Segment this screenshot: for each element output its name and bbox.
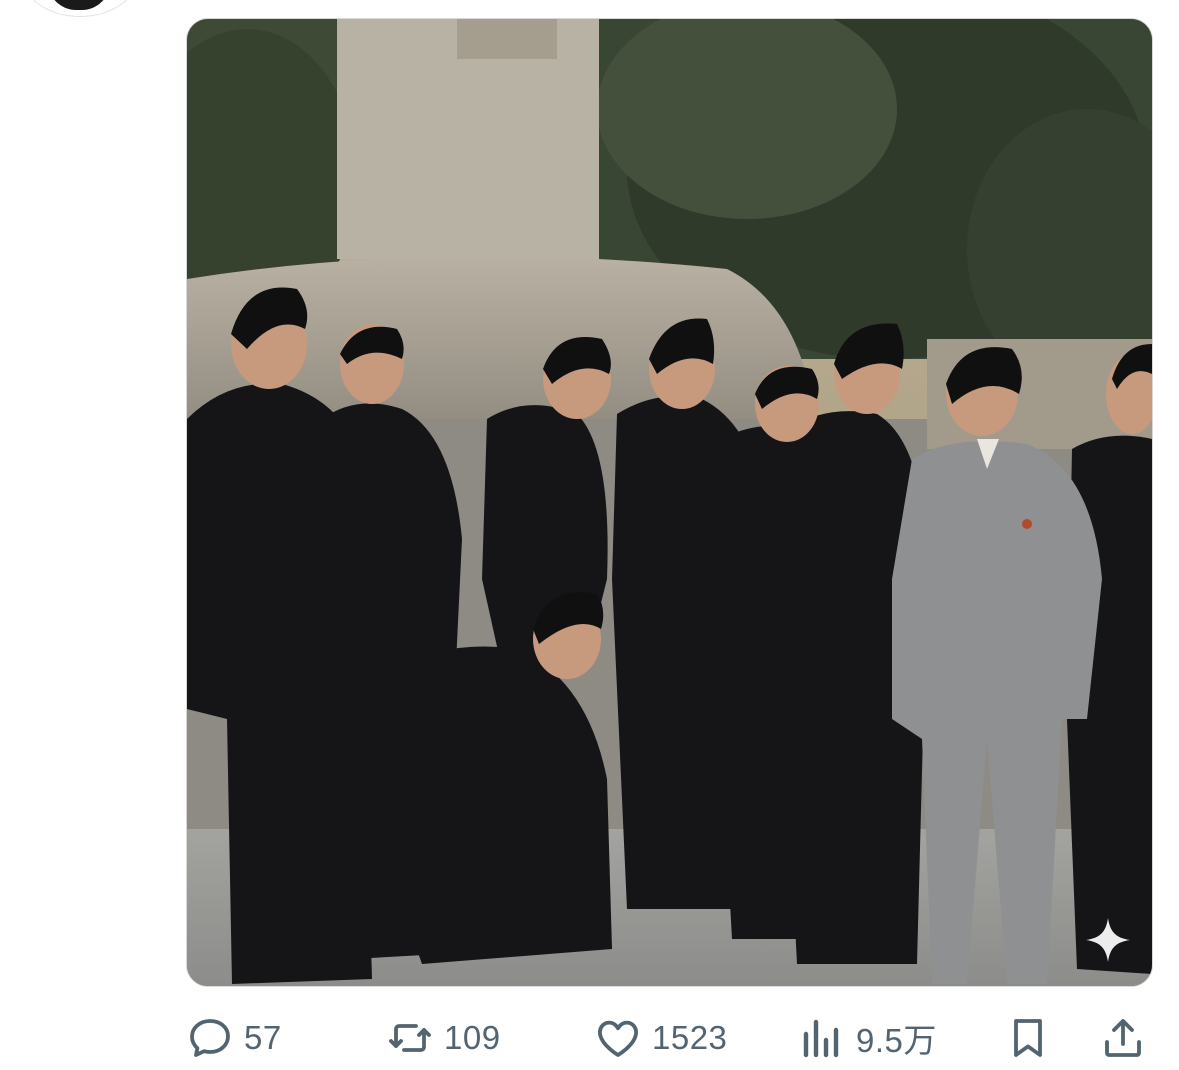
heart-icon	[598, 1020, 638, 1057]
bookmark-button[interactable]	[1004, 1008, 1052, 1068]
like-button[interactable]: 1523	[594, 1008, 727, 1068]
views-button[interactable]: 9.5万	[798, 1008, 937, 1068]
reply-button[interactable]: 57	[186, 1008, 282, 1068]
bookmark-icon	[1014, 1019, 1042, 1057]
repost-icon	[389, 1024, 431, 1052]
avatar-icon	[48, 0, 110, 10]
repost-count: 109	[444, 1019, 501, 1056]
like-count: 1523	[652, 1019, 728, 1056]
post-photo[interactable]	[186, 18, 1153, 987]
repost-button[interactable]: 109	[386, 1008, 501, 1068]
tweet-page: 57 109 1523 9.5万	[0, 0, 1179, 1070]
reply-icon	[190, 1019, 230, 1057]
action-bar: 57 109 1523 9.5万	[186, 1008, 1146, 1068]
avatar[interactable]	[20, 0, 140, 16]
share-button[interactable]	[1099, 1008, 1147, 1068]
views-count: 9.5万	[856, 1022, 937, 1059]
ai-sparkle-icon	[1086, 918, 1130, 962]
share-icon	[1105, 1019, 1141, 1057]
views-chart-icon	[803, 1019, 839, 1058]
group-photo-image	[187, 19, 1152, 986]
reply-count: 57	[244, 1019, 282, 1056]
